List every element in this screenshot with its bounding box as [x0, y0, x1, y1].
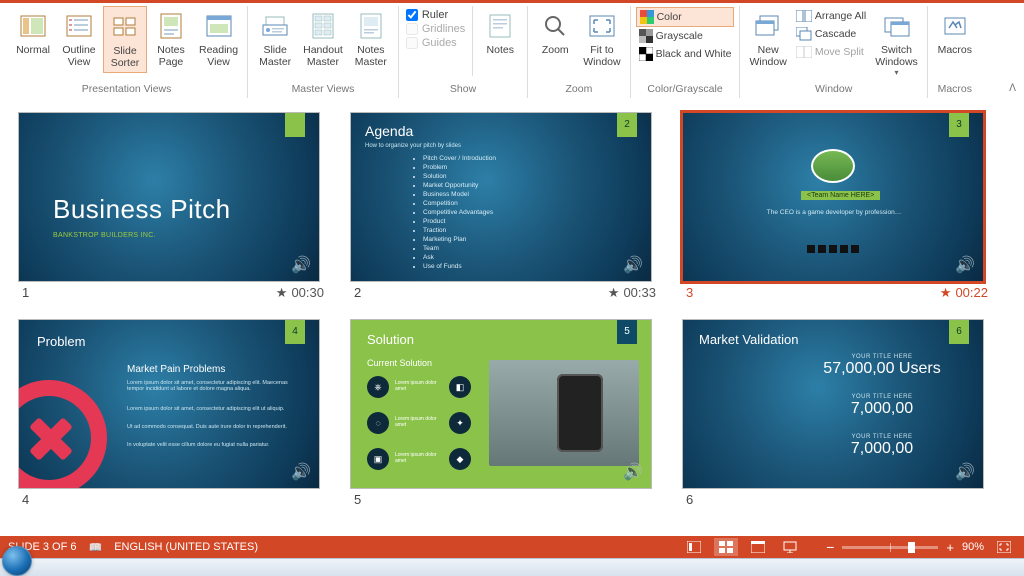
slide-badge [285, 113, 305, 137]
slide6-title: Market Validation [699, 332, 798, 347]
slide1-subtitle: BANKSTROP BUILDERS INC. [53, 232, 156, 239]
zoom-slider[interactable] [842, 546, 938, 549]
reading-view-icon[interactable] [746, 538, 770, 556]
slide-sorter-area: Business Pitch BANKSTROP BUILDERS INC. 🔊… [0, 98, 1024, 536]
slideshow-icon[interactable] [778, 538, 802, 556]
group-macros: Macros Macros [928, 6, 982, 98]
ruler-checkbox[interactable]: Ruler [404, 8, 467, 22]
speaker-icon: 🔊 [623, 462, 643, 482]
slide-thumb-6[interactable]: 6 Market Validation YOUR TITLE HERE57,00… [682, 319, 984, 489]
slide5-title: Solution [367, 332, 414, 347]
normal-view-icon[interactable] [682, 538, 706, 556]
slide2-title: Agenda [365, 123, 413, 139]
slide-thumb-4[interactable]: 4 Problem Market Pain Problems Lorem ips… [18, 319, 320, 489]
speaker-icon: 🔊 [955, 462, 975, 482]
notes-page-button[interactable]: Notes Page [149, 6, 193, 71]
zoom-level[interactable]: 90% [962, 541, 984, 553]
group-show: Ruler Gridlines Guides Notes Show [399, 6, 528, 98]
normal-button[interactable]: Normal [11, 6, 55, 59]
reading-view-button[interactable]: Reading View [195, 6, 242, 71]
group-color: Color Grayscale Black and White Color/Gr… [631, 6, 741, 98]
macros-button[interactable]: Macros [933, 6, 977, 59]
slide-badge: 2 [617, 113, 637, 137]
slide2-bullets: Pitch Cover / IntroductionProblemSolutio… [423, 155, 496, 272]
language-indicator[interactable]: ENGLISH (UNITED STATES) [114, 541, 258, 553]
switch-windows-button[interactable]: Switch Windows▾ [871, 6, 922, 80]
speaker-icon: 🔊 [291, 255, 311, 275]
group-window: New Window Arrange All Cascade Move Spli… [740, 6, 927, 98]
slide-thumb-3[interactable]: 3 <Team Name HERE> The CEO is a game dev… [682, 112, 984, 282]
slide1-title: Business Pitch [53, 194, 231, 225]
slide-thumb-5[interactable]: 5 Solution Current Solution ⎈ Lorem ipsu… [350, 319, 652, 489]
grayscale-button[interactable]: Grayscale [636, 27, 735, 45]
status-bar: SLIDE 3 OF 6 📖 ENGLISH (UNITED STATES) −… [0, 536, 1024, 558]
group-master-views: Slide Master Handout Master Notes Master… [248, 6, 399, 98]
zoom-button[interactable]: Zoom [533, 6, 577, 59]
collapse-ribbon-icon[interactable]: ᐱ [1005, 81, 1020, 96]
slide-badge: 4 [285, 320, 305, 344]
start-orb[interactable] [2, 546, 32, 576]
slide5-heading: Current Solution [367, 358, 432, 368]
black-white-button[interactable]: Black and White [636, 45, 735, 63]
slide-sorter-button[interactable]: Slide Sorter [103, 6, 147, 73]
fit-window-icon[interactable] [992, 538, 1016, 556]
notes-button[interactable]: Notes [478, 6, 522, 59]
slide4-title: Problem [37, 334, 85, 349]
gridlines-checkbox[interactable]: Gridlines [404, 22, 467, 36]
arrange-all-button[interactable]: Arrange All [793, 7, 869, 25]
move-split-button: Move Split [793, 43, 869, 61]
zoom-out-button[interactable]: − [826, 539, 834, 555]
slide-thumb-2[interactable]: 2 Agenda How to organize your pitch by s… [350, 112, 652, 282]
spellcheck-icon[interactable]: 📖 [88, 541, 102, 554]
handout-master-button[interactable]: Handout Master [299, 6, 347, 71]
sorter-view-icon[interactable] [714, 538, 738, 556]
slide4-heading: Market Pain Problems [127, 364, 225, 375]
notes-master-button[interactable]: Notes Master [349, 6, 393, 71]
slide-badge: 3 [949, 113, 969, 137]
slide-badge: 5 [617, 320, 637, 344]
x-icon [18, 380, 107, 489]
taskbar[interactable] [0, 558, 1024, 576]
phone-image [489, 360, 639, 466]
cascade-button[interactable]: Cascade [793, 25, 869, 43]
slide3-name: <Team Name HERE> [801, 191, 880, 200]
color-button[interactable]: Color [636, 7, 735, 27]
slide3-desc: The CEO is a game developer by professio… [741, 209, 927, 216]
guides-checkbox[interactable]: Guides [404, 36, 467, 50]
ribbon: Normal Outline View Slide Sorter Notes P… [0, 0, 1024, 98]
speaker-icon: 🔊 [291, 462, 311, 482]
zoom-in-button[interactable]: + [946, 540, 954, 555]
slide-master-button[interactable]: Slide Master [253, 6, 297, 71]
outline-view-button[interactable]: Outline View [57, 6, 101, 71]
speaker-icon: 🔊 [623, 255, 643, 275]
slide3-image [811, 149, 855, 183]
fit-to-window-button[interactable]: Fit to Window [579, 6, 624, 71]
group-zoom: Zoom Fit to Window Zoom [528, 6, 630, 98]
slide-badge: 6 [949, 320, 969, 344]
new-window-button[interactable]: New Window [745, 6, 790, 71]
speaker-icon: 🔊 [955, 255, 975, 275]
group-presentation-views: Normal Outline View Slide Sorter Notes P… [6, 6, 248, 98]
slide-thumb-1[interactable]: Business Pitch BANKSTROP BUILDERS INC. 🔊 [18, 112, 320, 282]
